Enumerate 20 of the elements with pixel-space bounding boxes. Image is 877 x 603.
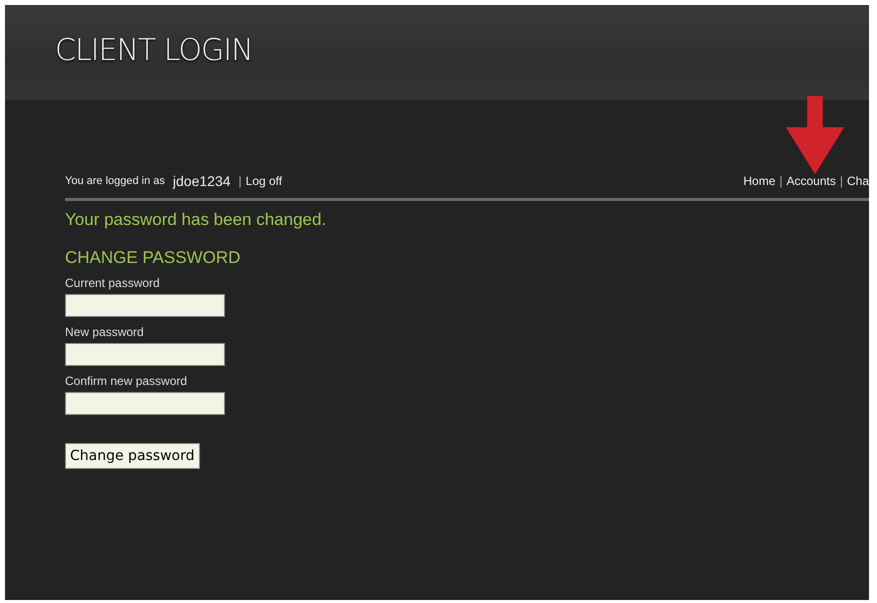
nav-link[interactable]: Accounts bbox=[786, 174, 836, 188]
password-field[interactable] bbox=[65, 343, 225, 366]
logged-in-text: You are logged in as bbox=[65, 175, 165, 187]
username: jdoe1234 bbox=[172, 173, 231, 189]
form-heading: CHANGE PASSWORD bbox=[65, 248, 242, 268]
success-message: Your password has been changed. bbox=[65, 210, 328, 230]
password-field[interactable] bbox=[65, 294, 225, 317]
field-label: New password bbox=[65, 325, 145, 339]
log-off-link[interactable]: Log off bbox=[246, 174, 282, 188]
down-arrow-icon bbox=[785, 96, 845, 174]
separator: | bbox=[779, 174, 782, 188]
separator: | bbox=[840, 174, 843, 188]
separator: | bbox=[238, 174, 242, 188]
password-field[interactable] bbox=[65, 392, 225, 415]
field-label: Confirm new password bbox=[65, 374, 188, 388]
change-password-button[interactable]: Change password bbox=[65, 443, 200, 469]
field-label: Current password bbox=[65, 276, 161, 290]
nav-link[interactable]: Home bbox=[743, 174, 776, 188]
site-title: CLIENT LOGIN bbox=[55, 33, 253, 68]
nav-link[interactable]: Cha bbox=[846, 174, 869, 188]
